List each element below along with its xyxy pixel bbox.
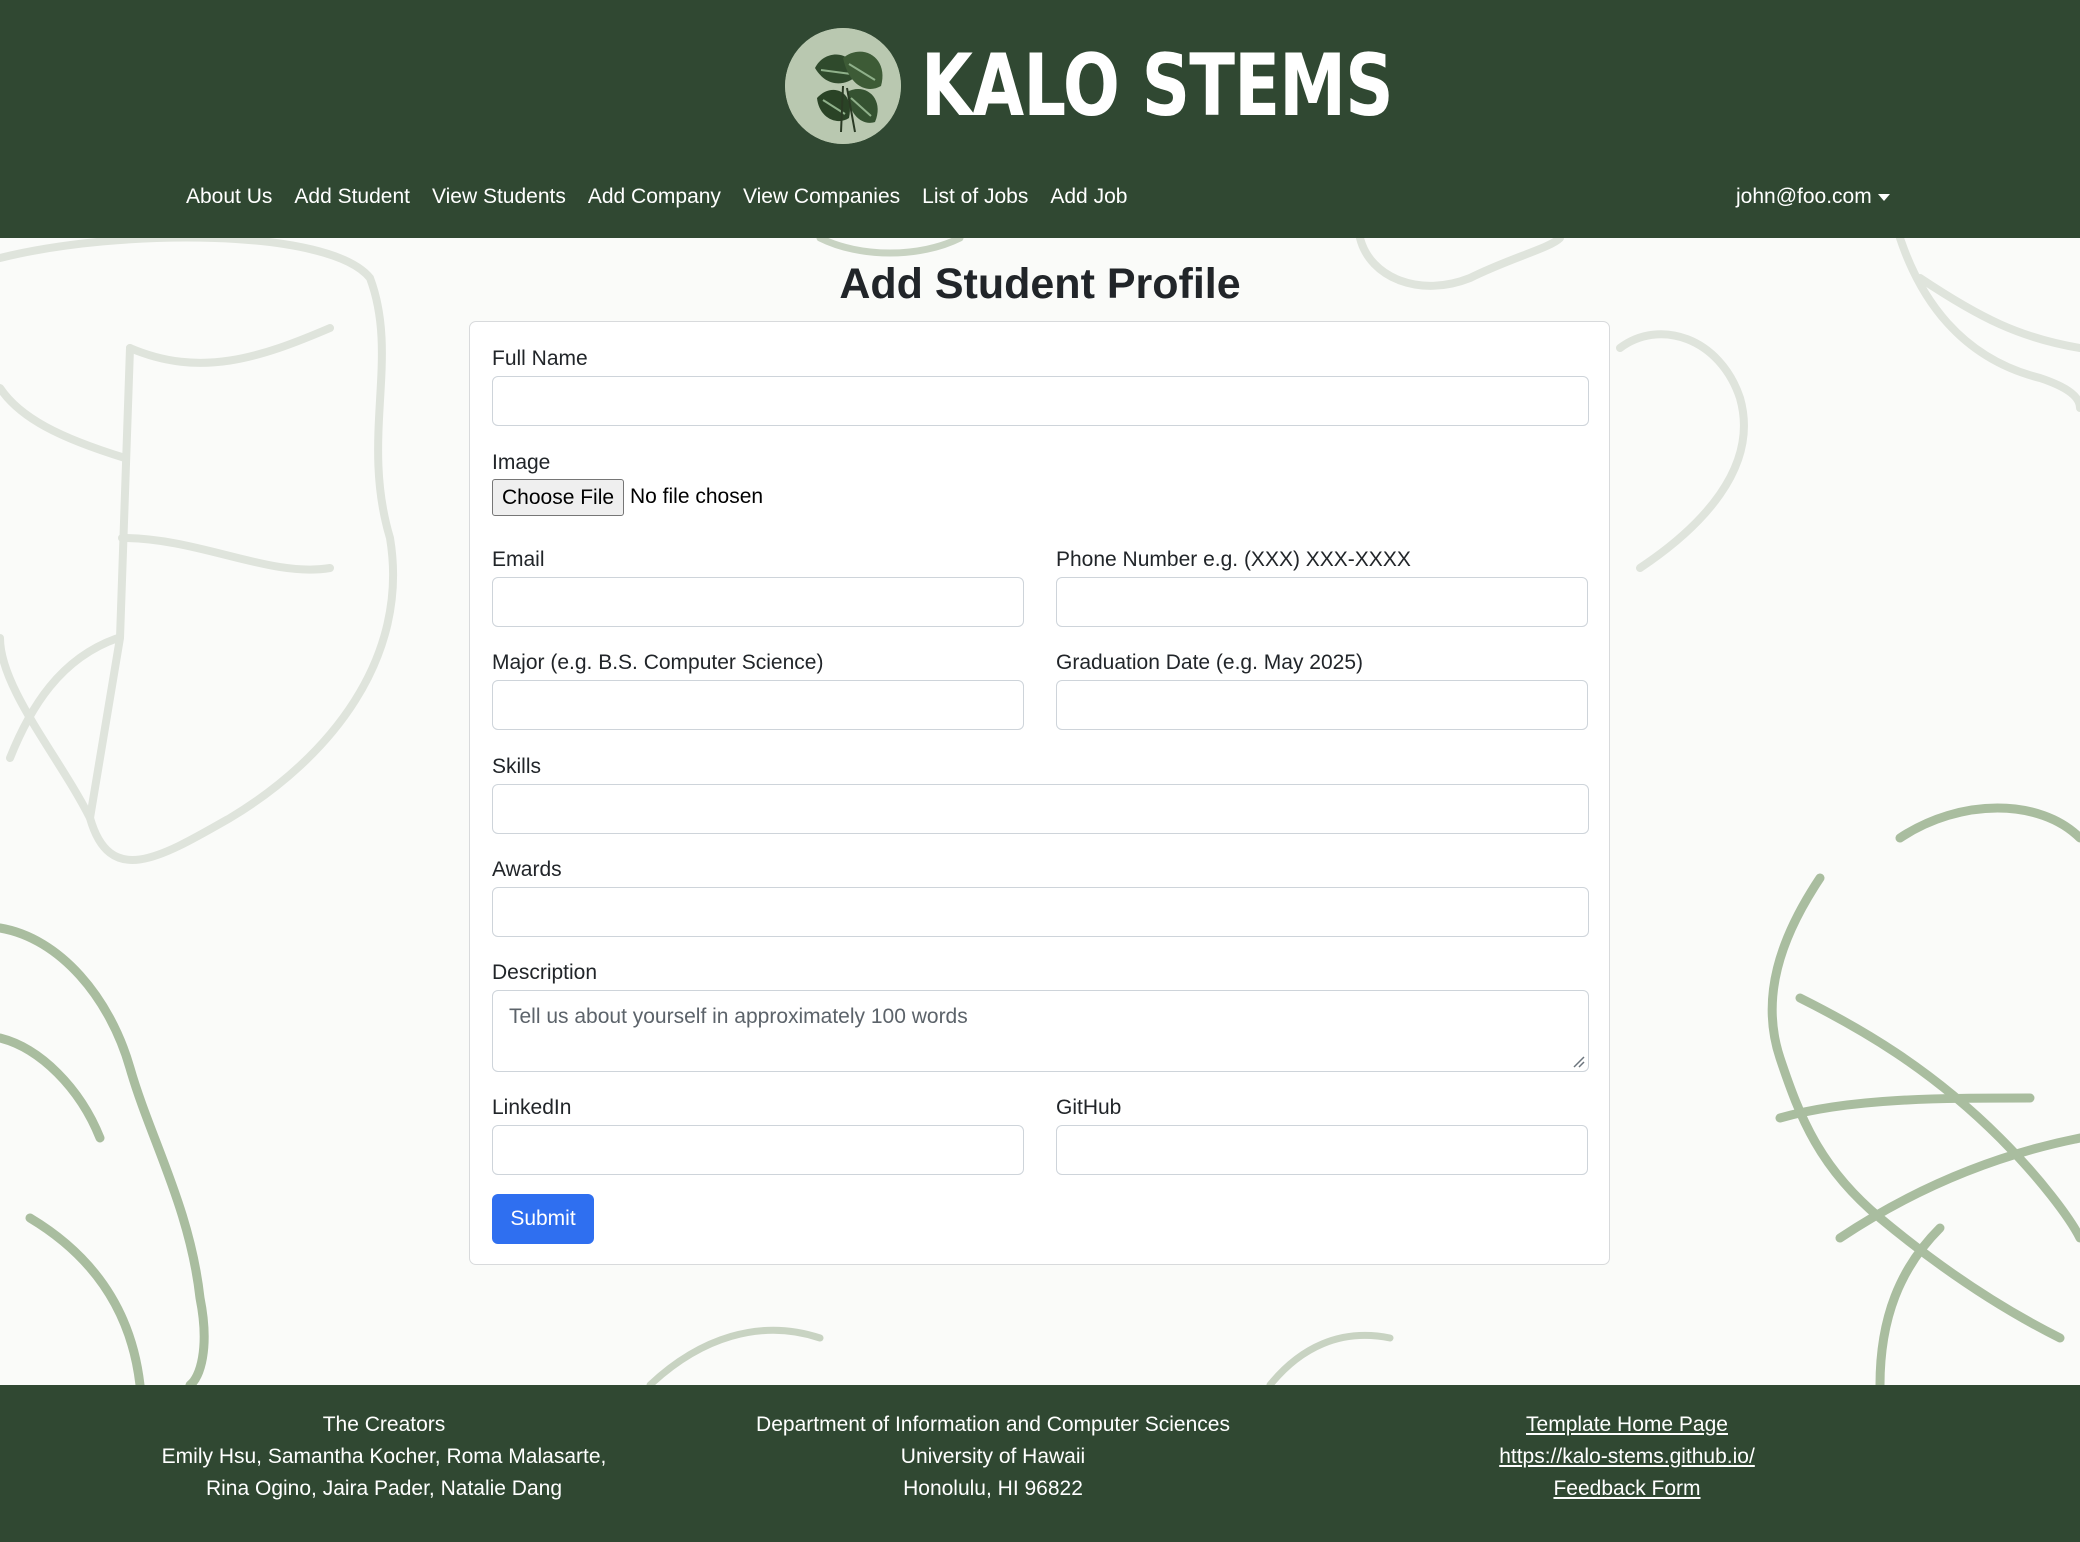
nav-view-companies[interactable]: View Companies — [732, 185, 911, 209]
nav-add-company[interactable]: Add Company — [577, 185, 732, 209]
linkedin-label: LinkedIn — [492, 1096, 572, 1119]
github-label: GitHub — [1056, 1096, 1122, 1119]
image-label: Image — [492, 451, 551, 474]
major-label: Major (e.g. B.S. Computer Science) — [492, 651, 824, 674]
full-name-label: Full Name — [492, 347, 588, 370]
github-field[interactable] — [1056, 1125, 1588, 1175]
user-email: john@foo.com — [1736, 185, 1872, 208]
footer-department: Department of Information and Computer S… — [743, 1409, 1243, 1505]
main-nav: About Us Add Student View Students Add C… — [175, 185, 1138, 209]
nav-about-us[interactable]: About Us — [175, 185, 283, 209]
linkedin-field[interactable] — [492, 1125, 1024, 1175]
nav-add-job[interactable]: Add Job — [1039, 185, 1138, 209]
choose-file-button[interactable]: Choose File — [492, 479, 625, 516]
skills-label: Skills — [492, 755, 542, 778]
department-name: Department of Information and Computer S… — [756, 1413, 1230, 1436]
graduation-date-label: Graduation Date (e.g. May 2025) — [1056, 651, 1364, 674]
resize-handle-icon[interactable] — [1571, 1054, 1585, 1068]
address-line: Honolulu, HI 96822 — [903, 1477, 1083, 1500]
template-home-link[interactable]: Template Home Page — [1465, 1409, 1789, 1441]
email-label: Email — [492, 548, 545, 571]
user-dropdown[interactable]: john@foo.com — [1736, 185, 1890, 209]
site-footer: The Creators Emily Hsu, Samantha Kocher,… — [0, 1385, 2080, 1542]
site-url-link[interactable]: https://kalo-stems.github.io/ — [1465, 1441, 1789, 1473]
description-label: Description — [492, 961, 598, 984]
full-name-input[interactable] — [492, 376, 1589, 426]
footer-creators: The Creators Emily Hsu, Samantha Kocher,… — [159, 1409, 609, 1505]
site-header: KALO STEMS About Us Add Student View Stu… — [0, 0, 2080, 238]
major-field[interactable] — [492, 680, 1024, 730]
footer-links: Template Home Page https://kalo-stems.gi… — [1465, 1409, 1789, 1505]
nav-view-students[interactable]: View Students — [421, 185, 577, 209]
file-status-text: No file chosen — [630, 485, 764, 508]
nav-list-of-jobs[interactable]: List of Jobs — [911, 185, 1039, 209]
nav-add-student[interactable]: Add Student — [283, 185, 421, 209]
awards-field[interactable] — [492, 887, 1589, 937]
taro-leaf-logo-icon — [785, 28, 901, 144]
awards-label: Awards — [492, 858, 562, 881]
brand[interactable]: KALO STEMS — [785, 27, 1526, 145]
caret-down-icon — [1877, 193, 1890, 201]
main-content: Add Student Profile Full Name Image Choo… — [0, 238, 2080, 1385]
email-field[interactable] — [492, 577, 1024, 627]
creators-line-2: Rina Ogino, Jaira Pader, Natalie Dang — [205, 1477, 563, 1500]
creators-heading: The Creators — [322, 1413, 446, 1436]
add-student-form: Full Name Image Choose File No file chos… — [469, 321, 1610, 1265]
creators-line-1: Emily Hsu, Samantha Kocher, Roma Malasar… — [161, 1445, 607, 1468]
brand-title: KALO STEMS — [921, 36, 1394, 136]
submit-button[interactable]: Submit — [492, 1194, 594, 1244]
graduation-date-field[interactable] — [1056, 680, 1588, 730]
phone-field[interactable] — [1056, 577, 1588, 627]
feedback-form-link[interactable]: Feedback Form — [1465, 1473, 1789, 1505]
page-title: Add Student Profile — [839, 260, 1241, 308]
phone-label: Phone Number e.g. (XXX) XXX-XXXX — [1056, 548, 1411, 571]
description-textarea[interactable] — [492, 990, 1589, 1072]
skills-field[interactable] — [492, 784, 1589, 834]
university-name: University of Hawaii — [900, 1445, 1086, 1468]
